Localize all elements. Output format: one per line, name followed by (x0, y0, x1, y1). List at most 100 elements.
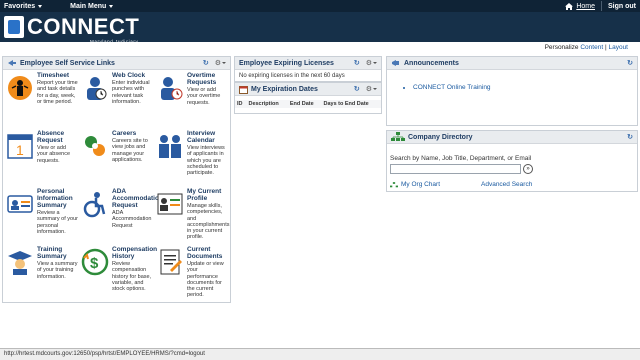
brand-subtitle: Maryland Judiciary (90, 39, 139, 44)
personalize-sep: | (604, 44, 607, 51)
careers-icon (81, 132, 109, 160)
refresh-icon[interactable]: ↻ (354, 59, 360, 67)
ess-tile-title[interactable]: Careers (112, 130, 152, 137)
main-menu-label: Main Menu (70, 2, 107, 10)
links-icon (8, 60, 16, 66)
favorites-menu[interactable]: Favorites (0, 3, 48, 10)
col-description: Description (246, 100, 288, 108)
ess-tile-title[interactable]: Compensation History (112, 246, 157, 260)
ess-tile-description: View or add your absence requests. (37, 145, 71, 164)
ess-tile[interactable]: Overtime Requests View or add your overti… (153, 71, 228, 129)
my-expiration-panel: My Expiration Dates ↻ ⚙ ID Description E… (234, 82, 382, 114)
org-chart-link[interactable]: My Org Chart (390, 181, 440, 188)
ess-tile-title[interactable]: Overtime Requests (187, 72, 227, 86)
gear-icon[interactable]: ⚙ (366, 85, 377, 93)
search-go-button[interactable]: » (523, 164, 533, 174)
ess-tile[interactable]: Careers Careers site to view jobs and man… (78, 129, 153, 187)
home-link[interactable]: Home (565, 2, 595, 10)
col-days-to-end: Days to End Date (321, 100, 381, 108)
expiration-table: ID Description End Date Days to End Date (235, 100, 381, 108)
directory-header: Company Directory ↻ (387, 131, 637, 144)
ess-tile-title[interactable]: My Current Profile (187, 188, 227, 202)
directory-title: Company Directory (408, 133, 473, 141)
announcements-panel: Announcements ↻ CONNECT Online Training (386, 56, 638, 126)
ess-tile-title[interactable]: ADA Accommodation Request (112, 188, 163, 209)
org-chart-label: My Org Chart (401, 181, 441, 188)
announcement-link[interactable]: CONNECT Online Training (413, 84, 637, 91)
ess-tile-description: Manage skills, competencies, and accompl… (187, 203, 230, 241)
col-id: ID (235, 100, 247, 108)
announcements-header: Announcements ↻ (387, 57, 637, 70)
announcements-title: Announcements (404, 59, 459, 67)
id-card-icon (6, 190, 34, 218)
main-menu[interactable]: Main Menu (66, 3, 119, 10)
refresh-icon[interactable]: ↻ (354, 85, 360, 93)
ess-tile-description: Careers site to view jobs and manage you… (112, 138, 148, 163)
expiring-message: No expiring licenses in the next 60 days (239, 73, 345, 79)
ess-tile-title[interactable]: Personal Information Summary (37, 188, 77, 209)
ess-panel-title: Employee Self Service Links (20, 59, 115, 67)
refresh-icon[interactable]: ↻ (203, 59, 209, 67)
personalize-content-link[interactable]: Content (580, 44, 603, 51)
home-icon (565, 2, 574, 10)
ess-tile[interactable]: 1 Absence Request View or add your absence… (3, 129, 78, 187)
ess-tile-description: Review compensation history for base, va… (112, 261, 152, 293)
ess-tile[interactable]: Timesheet Report your time and task detai… (3, 71, 78, 129)
svg-text:$: $ (90, 255, 99, 272)
svg-text:1: 1 (16, 142, 24, 158)
ess-tile-title[interactable]: Absence Request (37, 130, 77, 144)
graduate-icon (6, 248, 34, 276)
timesheet-icon (6, 74, 34, 102)
company-directory-panel: Company Directory ↻ Search by Name, Job … (386, 130, 638, 192)
connect-logo: CONNECT (4, 16, 139, 38)
personalize-bar: Personalize Content | Layout (545, 44, 628, 51)
expiring-panel-title: Employee Expiring Licenses (239, 59, 334, 67)
ess-tile[interactable]: $ Compensation History Review compensation… (78, 245, 157, 303)
overtime-icon (156, 74, 184, 102)
directory-search-input[interactable] (390, 164, 521, 174)
top-menu-bar: Favorites Main Menu Home Sign out (0, 0, 640, 12)
ess-tile[interactable]: ADA Accommodation Request ADA Accommodati… (78, 187, 163, 245)
ess-tile[interactable]: My Current Profile Manage skills, compete… (153, 187, 230, 245)
page-header: CONNECT Maryland Judiciary (0, 12, 640, 44)
ess-tile-description: View or add your overtime requests. (187, 87, 221, 106)
dollar-icon: $ (81, 248, 109, 276)
org-chart-icon (390, 181, 398, 187)
megaphone-icon (392, 60, 399, 66)
web-clock-icon (81, 74, 109, 102)
col-end-date: End Date (287, 100, 322, 108)
home-label: Home (576, 2, 595, 10)
directory-search-label: Search by Name, Job Title, Department, o… (390, 155, 532, 162)
signout-link[interactable]: Sign out (608, 3, 636, 10)
ess-tile-title[interactable]: Interview Calendar (187, 130, 227, 144)
personalize-layout-link[interactable]: Layout (608, 44, 628, 51)
ess-tile-title[interactable]: Timesheet (37, 72, 77, 79)
ess-tile[interactable]: Training Summary View a summary of your t… (3, 245, 78, 303)
calendar-icon: 1 (6, 132, 34, 160)
ess-tile-description: ADA Accommodation Request (112, 210, 152, 229)
announcements-list: CONNECT Online Training (413, 84, 637, 91)
ess-tile-title[interactable]: Current Documents (187, 246, 227, 260)
ess-tile[interactable]: Current Documents Update or view your per… (153, 245, 228, 303)
advanced-search-link[interactable]: Advanced Search (481, 181, 532, 188)
status-bar: http://hrtest.mdcourts.gov:12650/psp/hrt… (0, 348, 640, 360)
favorites-label: Favorites (4, 2, 36, 10)
org-chart-icon (391, 132, 405, 141)
brand-text: CONNECT (27, 14, 140, 39)
ess-panel-header: Employee Self Service Links ↻ ⚙ (3, 57, 230, 70)
refresh-icon[interactable]: ↻ (627, 59, 633, 67)
divider (601, 1, 602, 11)
ess-tile-description: Report your time and task details for a … (37, 80, 78, 105)
ess-tile[interactable]: Interview Calendar View interviews of app… (153, 129, 228, 187)
ess-tile-title[interactable]: Training Summary (37, 246, 77, 260)
gear-icon[interactable]: ⚙ (215, 59, 226, 67)
ess-tile[interactable]: Personal Information Summary Review a sum… (3, 187, 78, 245)
refresh-icon[interactable]: ↻ (627, 133, 633, 141)
chevron-down-icon (109, 4, 114, 8)
ess-links-panel: Employee Self Service Links ↻ ⚙ Timeshee… (2, 56, 231, 303)
logo-icon (4, 16, 24, 38)
ess-tile[interactable]: Web Clock Enter individual punches with r… (78, 71, 153, 129)
ess-tile-title[interactable]: Web Clock (112, 72, 152, 79)
gear-icon[interactable]: ⚙ (366, 59, 377, 67)
myexp-panel-header: My Expiration Dates ↻ ⚙ (235, 83, 381, 96)
